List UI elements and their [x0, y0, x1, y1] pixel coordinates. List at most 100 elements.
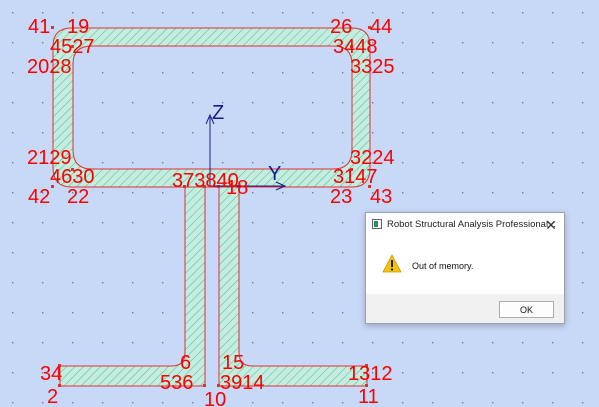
grid-dot: [102, 312, 104, 314]
grid-dot: [582, 42, 584, 44]
i-section[interactable]: [59, 186, 368, 387]
grid-dot: [132, 222, 134, 224]
grid-dot: [282, 252, 284, 254]
grid-dot: [342, 72, 344, 74]
grid-dot: [342, 282, 344, 284]
grid-dot: [522, 102, 524, 104]
grid-dot: [432, 42, 434, 44]
grid-dot: [582, 132, 584, 134]
grid-dot: [492, 102, 494, 104]
grid-dot: [552, 372, 554, 374]
grid-dot: [132, 132, 134, 134]
grid-dot: [252, 132, 254, 134]
grid-dot: [12, 192, 14, 194]
grid-dot: [42, 342, 44, 344]
node-label: 4630: [50, 166, 95, 188]
grid-dot: [162, 282, 164, 284]
grid-dot: [432, 12, 434, 14]
grid-dot: [372, 342, 374, 344]
grid-dot: [402, 132, 404, 134]
grid-dot: [402, 42, 404, 44]
grid-dot: [582, 72, 584, 74]
grid-dot: [402, 12, 404, 14]
grid-dot: [162, 72, 164, 74]
node-label: 2028: [27, 56, 72, 78]
node-labels: 41 19 26 44 4527 3448 2028 3325 2129 322…: [27, 16, 395, 407]
grid-dot: [312, 312, 314, 314]
grid-dot: [402, 72, 404, 74]
grid-dot: [462, 342, 464, 344]
grid-dot: [582, 192, 584, 194]
grid-dot: [552, 192, 554, 194]
grid-dot: [432, 402, 434, 404]
node-label: 18: [226, 177, 248, 199]
grid-dot: [402, 162, 404, 164]
grid-dot: [72, 342, 74, 344]
grid-dot: [372, 132, 374, 134]
grid-dot: [342, 102, 344, 104]
node-label: 4527: [50, 36, 95, 58]
grid-dot: [582, 282, 584, 284]
grid-dot: [162, 12, 164, 14]
node-label: 43: [370, 186, 392, 208]
grid-dot: [42, 102, 44, 104]
node-label: 2: [47, 386, 58, 407]
grid-dot: [192, 162, 194, 164]
axis-y-label: Y: [268, 163, 281, 185]
grid-dot: [282, 72, 284, 74]
grid-dot: [132, 342, 134, 344]
grid-dot: [132, 192, 134, 194]
grid-dot: [252, 162, 254, 164]
grid-dot: [582, 342, 584, 344]
dialog-title-bar[interactable]: Robot Structural Analysis Professional..…: [366, 213, 564, 237]
grid-dot: [462, 102, 464, 104]
grid-dot: [312, 402, 314, 404]
dialog-footer: OK: [366, 294, 564, 323]
grid-dot: [432, 192, 434, 194]
dialog-title: Robot Structural Analysis Professional..…: [387, 219, 556, 230]
error-dialog[interactable]: Robot Structural Analysis Professional..…: [365, 212, 565, 324]
grid-dot: [372, 102, 374, 104]
node-label: 3914: [220, 372, 265, 394]
grid-dot: [492, 132, 494, 134]
grid-dot: [132, 162, 134, 164]
grid-dot: [252, 252, 254, 254]
grid-dot: [462, 72, 464, 74]
grid-dot: [342, 342, 344, 344]
grid-dot: [72, 252, 74, 254]
grid-dot: [282, 402, 284, 404]
grid-dot: [552, 72, 554, 74]
grid-dot: [552, 342, 554, 344]
node-label: 34: [40, 363, 62, 385]
grid-dot: [162, 102, 164, 104]
grid-dot: [282, 12, 284, 14]
grid-dot: [492, 12, 494, 14]
grid-dot: [432, 342, 434, 344]
grid-dot: [102, 222, 104, 224]
grid-dot: [12, 372, 14, 374]
grid-dot: [102, 192, 104, 194]
grid-dot: [462, 42, 464, 44]
grid-dot: [42, 312, 44, 314]
grid-dot: [462, 192, 464, 194]
grid-dot: [312, 252, 314, 254]
grid-dot: [12, 342, 14, 344]
grid-dot: [102, 402, 104, 404]
grid-dot: [462, 12, 464, 14]
grid-dot: [342, 222, 344, 224]
grid-dot: [102, 12, 104, 14]
grid-dot: [132, 252, 134, 254]
close-icon[interactable]: ✕: [540, 215, 562, 235]
grid-dot: [72, 282, 74, 284]
grid-dot: [312, 102, 314, 104]
grid-dot: [12, 102, 14, 104]
grid-dot: [492, 372, 494, 374]
ok-button[interactable]: OK: [499, 301, 554, 318]
structure-canvas[interactable]: Z Y 41 19 26 44 4527 3448 2028 3325 2129…: [0, 0, 599, 407]
grid-dot: [432, 72, 434, 74]
grid-dot: [162, 132, 164, 134]
grid-dot: [12, 402, 14, 404]
grid-dot: [552, 12, 554, 14]
grid-dot: [402, 372, 404, 374]
grid-dot: [282, 102, 284, 104]
